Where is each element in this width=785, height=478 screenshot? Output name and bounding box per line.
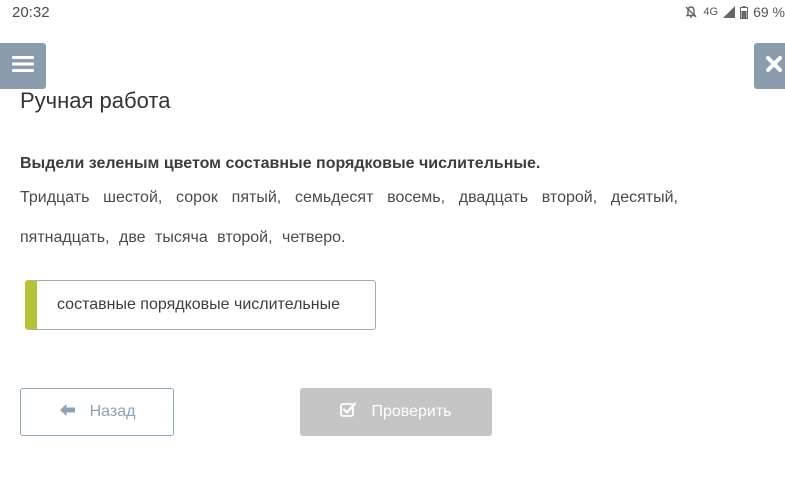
category-label: составные порядковые числительные: [57, 296, 340, 313]
close-icon: [765, 55, 783, 78]
category-chip[interactable]: составные порядковые числительные: [25, 280, 376, 330]
task-instruction: Выдели зеленым цветом составные порядков…: [20, 155, 541, 172]
signal-icon: [723, 6, 736, 18]
mute-icon: [684, 5, 698, 19]
check-button[interactable]: Проверить: [300, 388, 492, 436]
page-title: Ручная работа: [20, 88, 171, 113]
menu-button[interactable]: [0, 43, 46, 89]
back-button-label: Назад: [89, 403, 136, 420]
status-bar: 20:32 4G 69 %: [0, 0, 785, 26]
battery-icon: [740, 5, 749, 19]
close-button[interactable]: [754, 43, 785, 89]
network-type: 4G: [703, 6, 719, 18]
hamburger-icon: [12, 55, 34, 78]
checkbox-icon: [340, 402, 357, 422]
arrow-left-icon: [59, 403, 76, 422]
check-button-label: Проверить: [371, 403, 452, 420]
task-text[interactable]: Тридцать шестой, сорок пятый, семьдесят …: [20, 178, 678, 258]
battery-level: 69 %: [753, 4, 785, 20]
status-time: 20:32: [12, 4, 50, 21]
back-button[interactable]: Назад: [20, 388, 174, 436]
status-icons: 4G 69 %: [684, 4, 785, 20]
